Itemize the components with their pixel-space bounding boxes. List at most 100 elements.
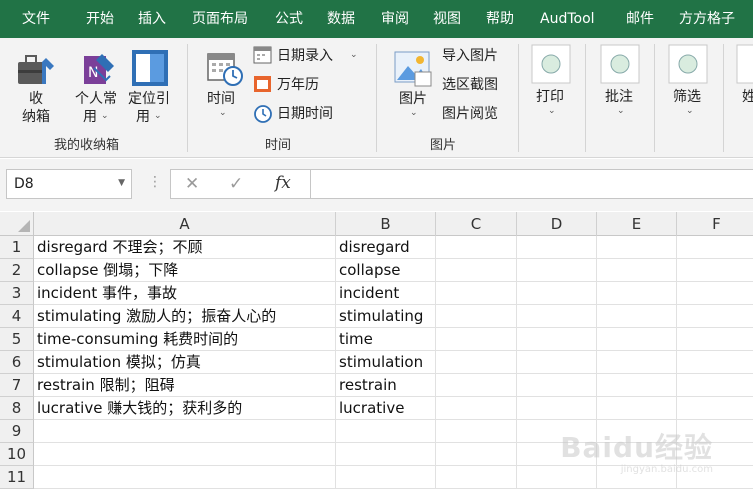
table-cell[interactable]	[436, 374, 517, 397]
tab-audtool[interactable]: AudTool	[540, 0, 595, 38]
column-header-a[interactable]: A	[34, 212, 336, 236]
tab-fangfang[interactable]: 方方格子	[679, 0, 735, 38]
table-cell[interactable]	[597, 397, 677, 420]
table-cell[interactable]	[436, 466, 517, 489]
tab-insert[interactable]: 插入	[138, 0, 166, 38]
table-cell[interactable]	[517, 305, 597, 328]
table-cell[interactable]	[336, 466, 436, 489]
table-cell[interactable]: disregard	[336, 236, 436, 259]
table-cell[interactable]	[677, 397, 753, 420]
table-cell[interactable]	[336, 420, 436, 443]
table-cell[interactable]	[597, 305, 677, 328]
tab-mail[interactable]: 邮件	[626, 0, 654, 38]
row-header[interactable]: 4	[0, 305, 34, 328]
tab-review[interactable]: 审阅	[381, 0, 409, 38]
table-cell[interactable]	[517, 351, 597, 374]
table-cell[interactable]	[677, 328, 753, 351]
table-cell[interactable]	[677, 282, 753, 305]
table-cell[interactable]	[517, 282, 597, 305]
column-header-b[interactable]: B	[336, 212, 436, 236]
table-cell[interactable]	[517, 374, 597, 397]
locate-reference-icon	[132, 50, 168, 86]
formula-input[interactable]	[310, 169, 753, 199]
row-header[interactable]: 3	[0, 282, 34, 305]
table-cell[interactable]	[597, 374, 677, 397]
table-cell[interactable]	[597, 328, 677, 351]
table-cell[interactable]	[677, 236, 753, 259]
table-cell[interactable]: stimulating 激励人的；振奋人心的	[34, 305, 336, 328]
table-cell[interactable]	[517, 328, 597, 351]
tab-help[interactable]: 帮助	[486, 0, 514, 38]
table-cell[interactable]: disregard 不理会；不顾	[34, 236, 336, 259]
row-header[interactable]: 1	[0, 236, 34, 259]
picture-browse-button[interactable]: 图片阅览	[442, 105, 498, 123]
table-cell[interactable]: stimulation 模拟；仿真	[34, 351, 336, 374]
table-cell[interactable]: incident	[336, 282, 436, 305]
table-cell[interactable]	[436, 420, 517, 443]
area-screenshot-button[interactable]: 选区截图	[442, 76, 498, 94]
tab-file[interactable]: 文件	[22, 0, 50, 38]
table-cell[interactable]: restrain 限制；阻碍	[34, 374, 336, 397]
tab-view[interactable]: 视图	[433, 0, 461, 38]
table-cell[interactable]	[436, 397, 517, 420]
table-cell[interactable]	[436, 236, 517, 259]
column-header-e[interactable]: E	[597, 212, 677, 236]
table-cell[interactable]	[436, 259, 517, 282]
tab-formulas[interactable]: 公式	[275, 0, 303, 38]
import-picture-button[interactable]: 导入图片	[442, 47, 498, 65]
table-cell[interactable]: stimulation	[336, 351, 436, 374]
cancel-icon[interactable]: ✕	[185, 174, 199, 194]
table-cell[interactable]	[597, 351, 677, 374]
table-cell[interactable]	[677, 374, 753, 397]
table-cell[interactable]	[436, 443, 517, 466]
table-cell[interactable]: incident 事件，事故	[34, 282, 336, 305]
table-cell[interactable]: collapse 倒塌；下降	[34, 259, 336, 282]
row-header[interactable]: 9	[0, 420, 34, 443]
table-cell[interactable]: restrain	[336, 374, 436, 397]
column-header-d[interactable]: D	[517, 212, 597, 236]
table-cell[interactable]	[436, 305, 517, 328]
column-header-bar: A B C D E F	[0, 212, 753, 236]
table-cell[interactable]	[597, 282, 677, 305]
table-cell[interactable]	[436, 282, 517, 305]
table-cell[interactable]	[517, 236, 597, 259]
table-cell[interactable]: collapse	[336, 259, 436, 282]
row-header[interactable]: 6	[0, 351, 34, 374]
table-cell[interactable]	[677, 351, 753, 374]
table-cell[interactable]	[677, 305, 753, 328]
insert-function-icon[interactable]: fx	[275, 173, 291, 193]
row-header[interactable]: 7	[0, 374, 34, 397]
table-cell[interactable]	[677, 259, 753, 282]
table-cell[interactable]: lucrative	[336, 397, 436, 420]
table-cell[interactable]	[336, 443, 436, 466]
tab-page-layout[interactable]: 页面布局	[192, 0, 248, 38]
table-cell[interactable]	[34, 443, 336, 466]
table-cell[interactable]	[597, 259, 677, 282]
name-box[interactable]: D8 ▼	[6, 169, 132, 199]
row-header[interactable]: 5	[0, 328, 34, 351]
tab-data[interactable]: 数据	[327, 0, 355, 38]
tab-home[interactable]: 开始	[86, 0, 114, 38]
table-cell[interactable]	[436, 328, 517, 351]
row-header[interactable]: 10	[0, 443, 34, 466]
row-header[interactable]: 8	[0, 397, 34, 420]
column-header-f[interactable]: F	[677, 212, 753, 236]
chevron-down-icon: ⌄	[617, 106, 625, 116]
chevron-down-icon[interactable]: ▼	[118, 178, 125, 188]
row-header[interactable]: 11	[0, 466, 34, 489]
table-cell[interactable]	[517, 259, 597, 282]
select-all-corner[interactable]	[0, 212, 34, 236]
table-cell[interactable]: lucrative 赚大钱的；获利多的	[34, 397, 336, 420]
enter-icon[interactable]: ✓	[229, 174, 243, 194]
table-cell[interactable]: stimulating	[336, 305, 436, 328]
table-cell[interactable]	[34, 466, 336, 489]
table-cell[interactable]	[436, 351, 517, 374]
table-cell[interactable]	[517, 397, 597, 420]
group-separator	[518, 44, 519, 152]
column-header-c[interactable]: C	[436, 212, 517, 236]
table-cell[interactable]: time-consuming 耗费时间的	[34, 328, 336, 351]
table-cell[interactable]: time	[336, 328, 436, 351]
row-header[interactable]: 2	[0, 259, 34, 282]
table-cell[interactable]	[597, 236, 677, 259]
table-cell[interactable]	[34, 420, 336, 443]
